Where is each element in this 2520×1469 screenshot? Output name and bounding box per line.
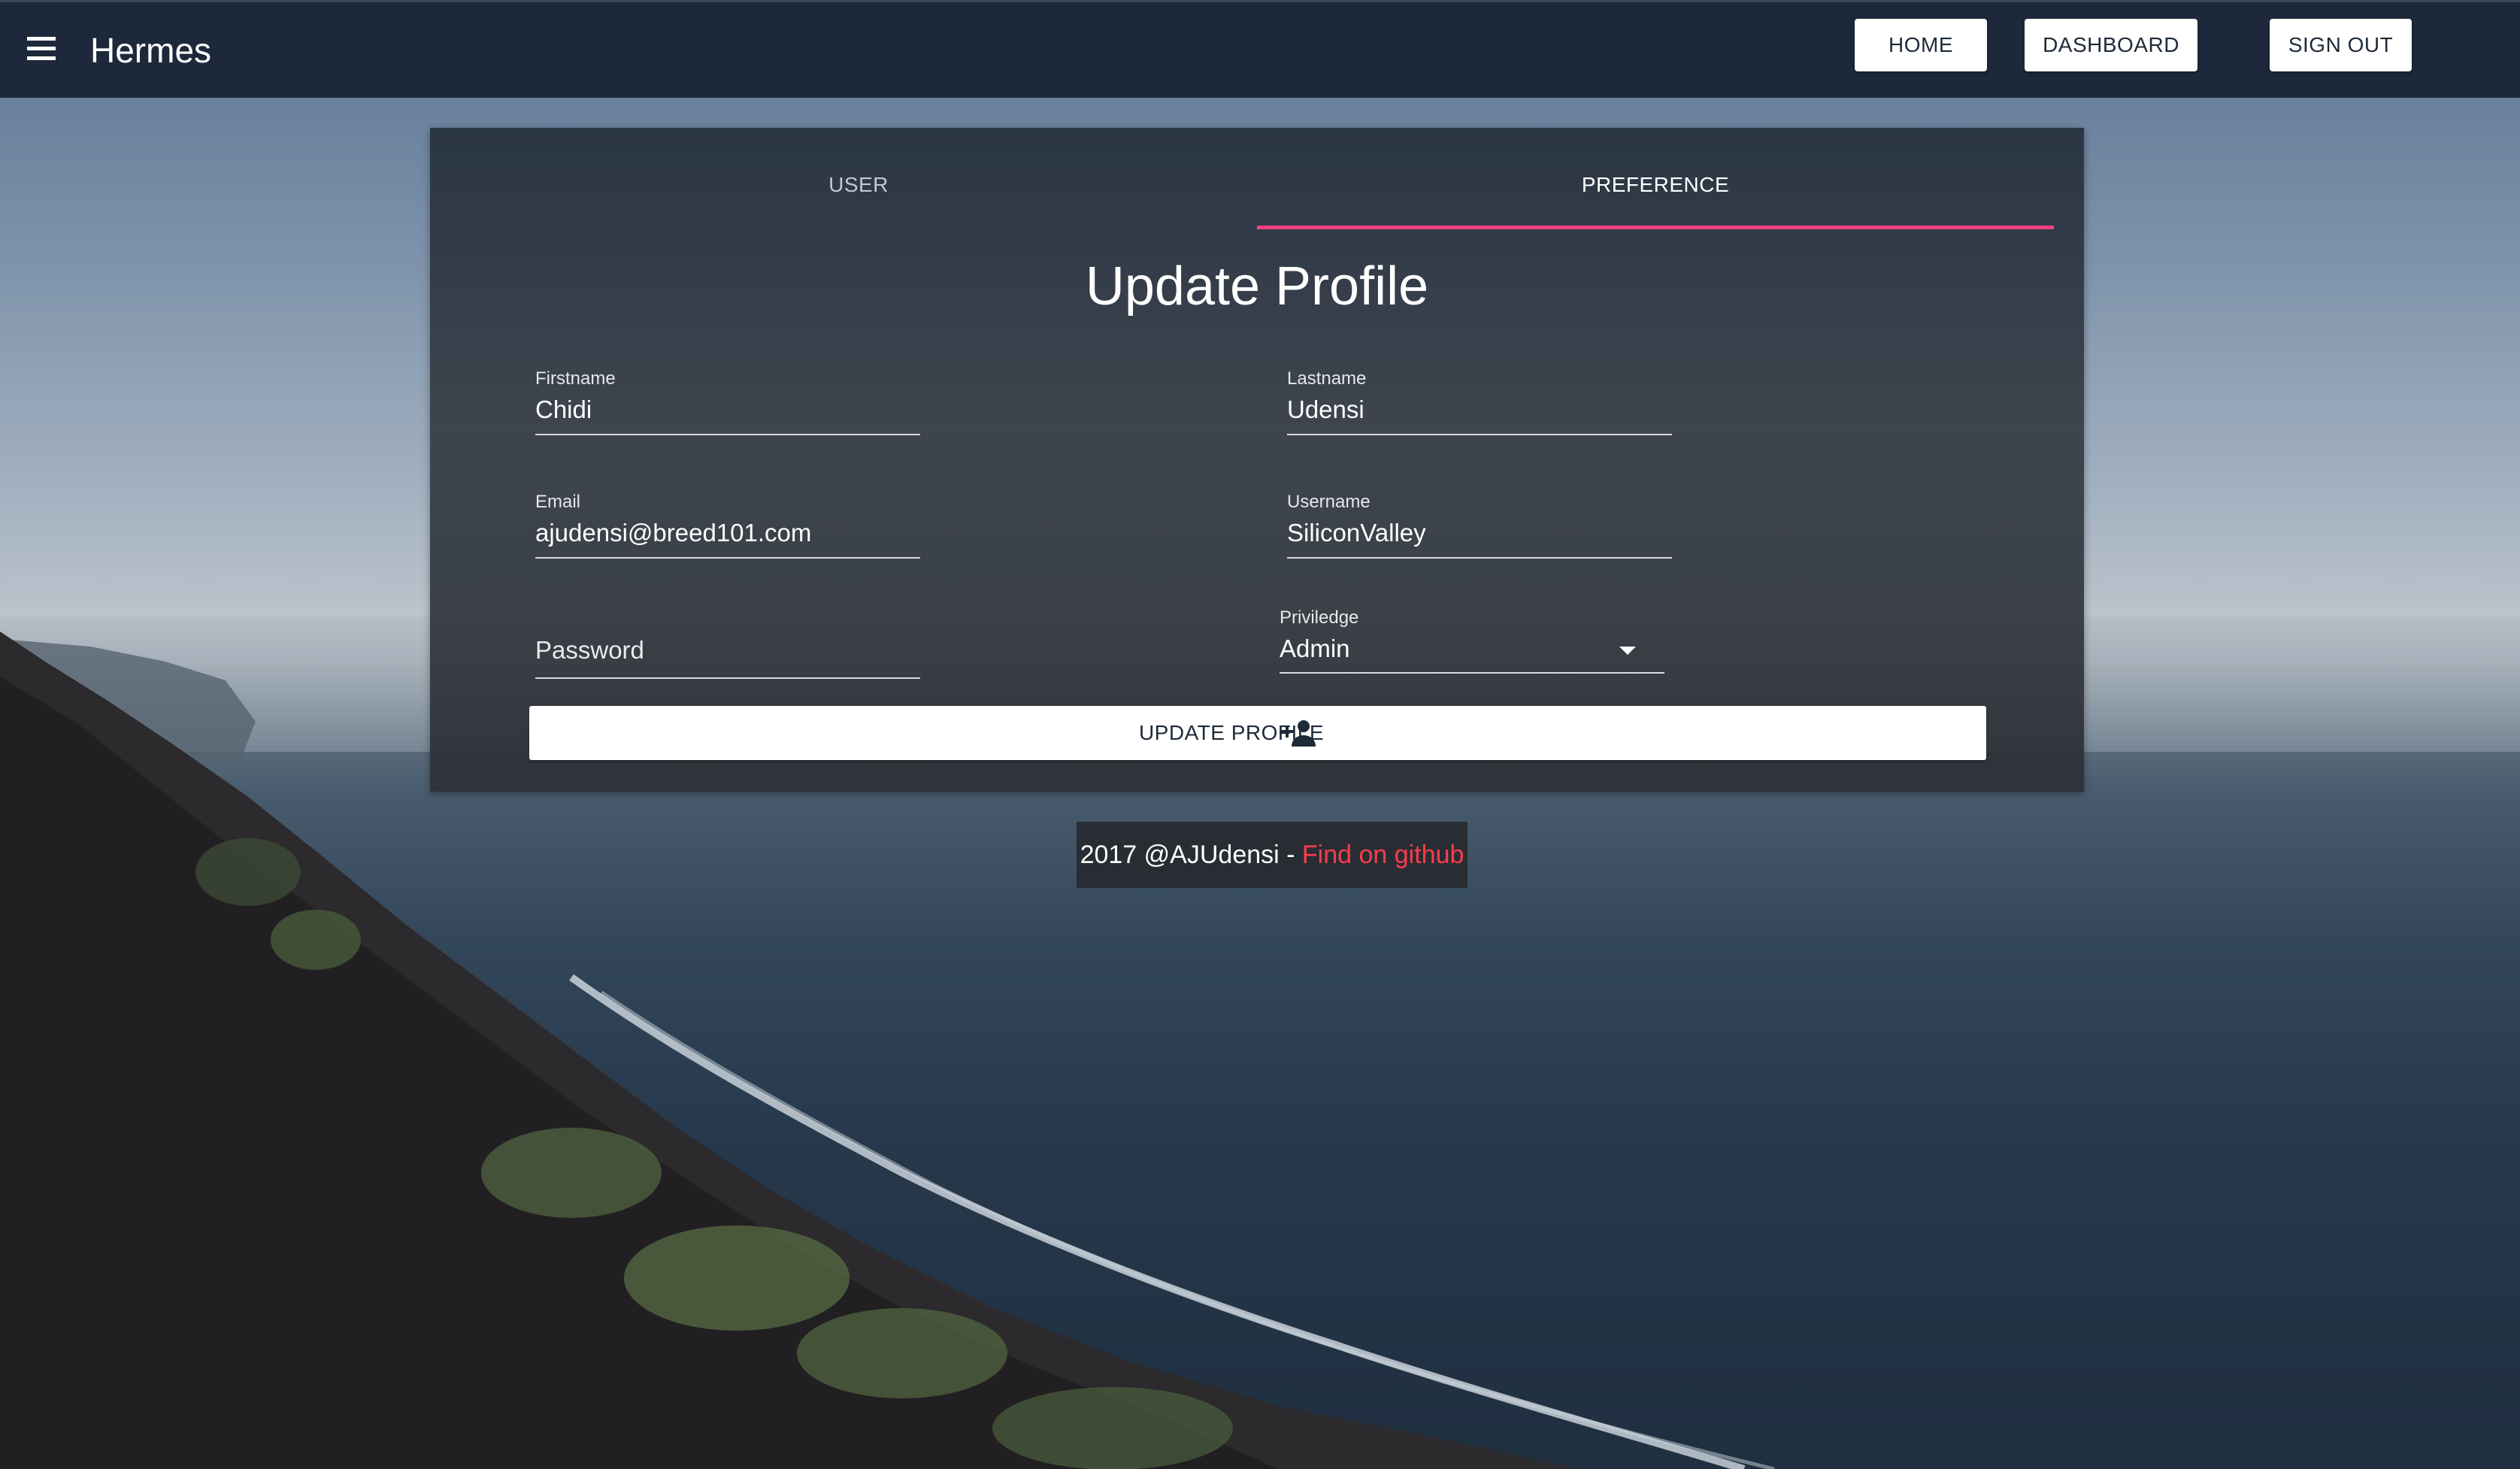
update-profile-button-label: UPDATE PROFILE [1138, 721, 1325, 744]
lastname-field[interactable]: Lastname Udensi [1287, 368, 1672, 438]
active-tab-indicator [1257, 226, 2054, 229]
tab-user[interactable]: USER [460, 173, 1257, 197]
lastname-underline [1287, 434, 1672, 435]
username-input[interactable]: SiliconValley [1287, 519, 1426, 547]
username-underline [1287, 557, 1672, 559]
email-input[interactable]: ajudensi@breed101.com [535, 519, 811, 547]
privilege-underline [1280, 672, 1664, 674]
hamburger-menu-icon[interactable] [23, 32, 62, 70]
firstname-input[interactable]: Chidi [535, 395, 592, 424]
privilege-value[interactable]: Admin [1280, 635, 1350, 663]
app-bar: Hermes HOME DASHBOARD SIGN OUT [0, 0, 2520, 98]
email-label: Email [535, 492, 581, 512]
firstname-underline [535, 434, 920, 435]
lastname-label: Lastname [1287, 368, 1367, 389]
password-field[interactable]: Password [535, 612, 920, 681]
username-label: Username [1287, 492, 1371, 512]
firstname-field[interactable]: Firstname Chidi [535, 368, 920, 438]
dashboard-button[interactable]: DASHBOARD [2025, 19, 2197, 71]
page-title: Update Profile [1085, 256, 1429, 317]
lastname-input[interactable]: Udensi [1287, 395, 1364, 424]
footer-text: 2017 @AJUdensi - [1080, 841, 1302, 869]
privilege-select[interactable]: Priviledge Admin [1280, 607, 1664, 677]
sign-out-button[interactable]: SIGN OUT [2270, 19, 2412, 71]
firstname-label: Firstname [535, 368, 616, 389]
email-field[interactable]: Email ajudensi@breed101.com [535, 492, 920, 561]
tab-preference[interactable]: PREFERENCE [1257, 173, 2054, 197]
password-underline [535, 677, 920, 679]
username-field[interactable]: Username SiliconValley [1287, 492, 1672, 561]
privilege-label: Priviledge [1280, 607, 1359, 628]
update-profile-card: USER PREFERENCE Update Profile Firstname… [430, 128, 2084, 792]
password-input[interactable]: Password [535, 636, 644, 665]
person-add-icon [1281, 720, 1316, 747]
github-link[interactable]: Find on github [1302, 841, 1464, 869]
email-underline [535, 557, 920, 559]
home-button[interactable]: HOME [1855, 19, 1987, 71]
dropdown-arrow-icon[interactable] [1619, 647, 1636, 655]
footer: 2017 @AJUdensi - Find on github [1077, 822, 1467, 888]
update-profile-button[interactable]: UPDATE PROFILE [529, 706, 1986, 760]
app-title: Hermes [90, 31, 212, 70]
